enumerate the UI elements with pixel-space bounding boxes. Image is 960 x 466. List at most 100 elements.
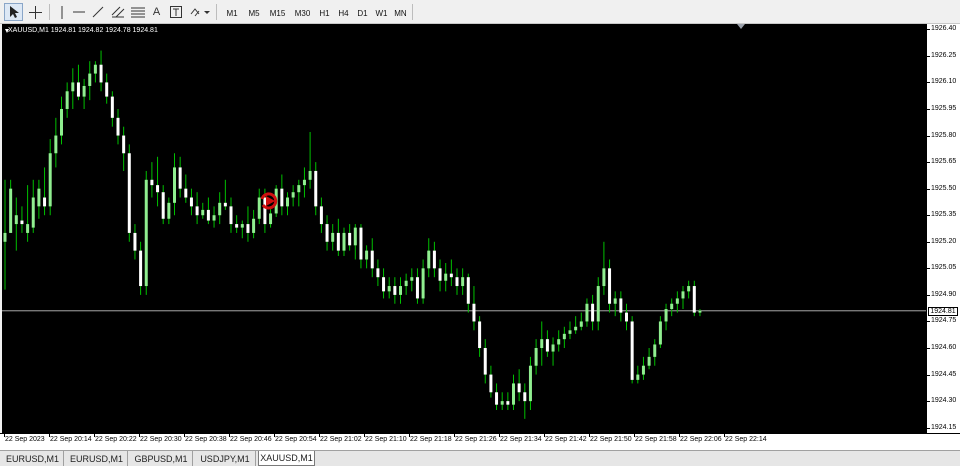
- candle: [156, 156, 160, 207]
- price-label: 1924.60: [931, 344, 957, 351]
- timeframe-mn-button[interactable]: MN: [391, 5, 410, 21]
- candle-body: [122, 135, 126, 154]
- chart-tab-gbpusd-m1[interactable]: GBPUSD,M1: [130, 451, 193, 466]
- time-label: 22 Sep 20:30: [140, 436, 182, 443]
- candle: [382, 268, 386, 299]
- candle: [65, 82, 69, 118]
- candle: [619, 291, 623, 322]
- candle: [489, 365, 493, 398]
- candle: [99, 50, 103, 92]
- candle-body: [223, 202, 227, 207]
- chart-tab-eurusd-m1[interactable]: EURUSD,M1: [66, 451, 128, 466]
- candle-body: [658, 321, 662, 345]
- fibonacci-icon[interactable]: [128, 3, 148, 21]
- time-label: 22 Sep 20:46: [230, 436, 272, 443]
- chart-shift-icon[interactable]: [737, 24, 745, 29]
- candle-body: [263, 197, 267, 225]
- price-chart[interactable]: XAUUSD,M1 1924.81 1924.82 1924.78 1924.8…: [2, 24, 926, 433]
- candle-body: [144, 179, 148, 287]
- toolbar-separator: [49, 4, 50, 20]
- candle: [692, 280, 696, 317]
- candle-body: [229, 206, 233, 225]
- candle: [653, 339, 657, 366]
- time-label: 22 Sep 21:58: [635, 436, 677, 443]
- candle: [698, 309, 702, 317]
- candle-body: [286, 197, 289, 207]
- candle-body: [26, 224, 30, 233]
- price-tick: [927, 268, 930, 270]
- candle-body: [291, 192, 295, 198]
- timeframe-m30-button[interactable]: M30: [290, 5, 315, 21]
- price-label: 1924.75: [931, 317, 957, 325]
- candle: [393, 277, 397, 304]
- candle-body: [641, 365, 645, 375]
- candle-body: [613, 298, 617, 304]
- candle: [670, 298, 674, 317]
- text-icon[interactable]: A: [148, 3, 165, 21]
- time-label: 22 Sep 20:54: [275, 436, 317, 443]
- candle: [404, 273, 408, 295]
- timeframe-w1-button[interactable]: W1: [372, 5, 391, 21]
- candle: [540, 321, 544, 366]
- timeframe-m5-button[interactable]: M5: [243, 5, 265, 21]
- timeframe-d1-button[interactable]: D1: [353, 5, 372, 21]
- candle: [76, 64, 80, 101]
- candle: [438, 259, 442, 292]
- shapes-icon[interactable]: [188, 3, 212, 21]
- chart-tab-usdjpy-m1[interactable]: USDJPY,M1: [195, 451, 256, 466]
- candle: [557, 330, 561, 352]
- time-label: 22 Sep 21:18: [410, 436, 452, 443]
- price-tick: [927, 374, 930, 376]
- trendline-icon[interactable]: [88, 3, 107, 21]
- candle: [432, 241, 436, 278]
- candle: [512, 374, 515, 410]
- candle: [517, 369, 521, 402]
- candle-body: [438, 268, 442, 281]
- candle-body: [167, 202, 171, 219]
- candle: [613, 291, 617, 317]
- candle-body: [178, 167, 182, 189]
- candle-body: [579, 321, 583, 327]
- cursor-icon[interactable]: [4, 3, 23, 21]
- candle-body: [466, 277, 470, 304]
- toolbar-separator: [412, 4, 413, 20]
- channel-icon[interactable]: [108, 3, 128, 21]
- time-label: 22 Sep 2023: [5, 436, 45, 443]
- chart-tab-xauusd-m1[interactable]: XAUUSD,M1: [258, 451, 315, 466]
- candle-body: [133, 232, 137, 251]
- candle-body: [528, 365, 532, 402]
- timeframe-m1-button[interactable]: M1: [221, 5, 243, 21]
- candle-body: [551, 344, 555, 352]
- vertical-line-icon[interactable]: [53, 3, 70, 21]
- candle-body: [161, 192, 165, 219]
- candle: [506, 392, 510, 410]
- price-label: 1925.05: [931, 264, 957, 272]
- timeframe-h4-button[interactable]: H4: [334, 5, 353, 21]
- candlestick-chart: [2, 50, 926, 419]
- candle-body: [653, 344, 657, 357]
- candle: [252, 209, 256, 239]
- candle-body: [93, 64, 97, 74]
- timeframe-h1-button[interactable]: H1: [315, 5, 334, 21]
- candle: [608, 259, 612, 313]
- candle: [184, 174, 188, 203]
- text-label-icon[interactable]: [167, 3, 184, 21]
- timeframe-m15-button[interactable]: M15: [265, 5, 290, 21]
- price-label: 1924.45: [931, 370, 957, 378]
- chart-tab-eurusd-m1[interactable]: EURUSD,M1: [2, 451, 64, 466]
- candle: [353, 224, 357, 260]
- horizontal-line-icon[interactable]: [70, 3, 87, 21]
- time-label: 22 Sep 21:02: [320, 436, 362, 443]
- candle-body: [382, 277, 386, 292]
- price-tick: [927, 427, 930, 429]
- candle-body: [235, 224, 239, 228]
- candle-body: [325, 224, 329, 242]
- candle-body: [156, 185, 160, 193]
- candle-body: [240, 224, 244, 228]
- crosshair-icon[interactable]: [26, 3, 45, 21]
- candle: [636, 365, 640, 384]
- candle: [257, 188, 261, 225]
- candle: [528, 356, 532, 410]
- candle-body: [206, 209, 210, 221]
- candle: [376, 259, 380, 287]
